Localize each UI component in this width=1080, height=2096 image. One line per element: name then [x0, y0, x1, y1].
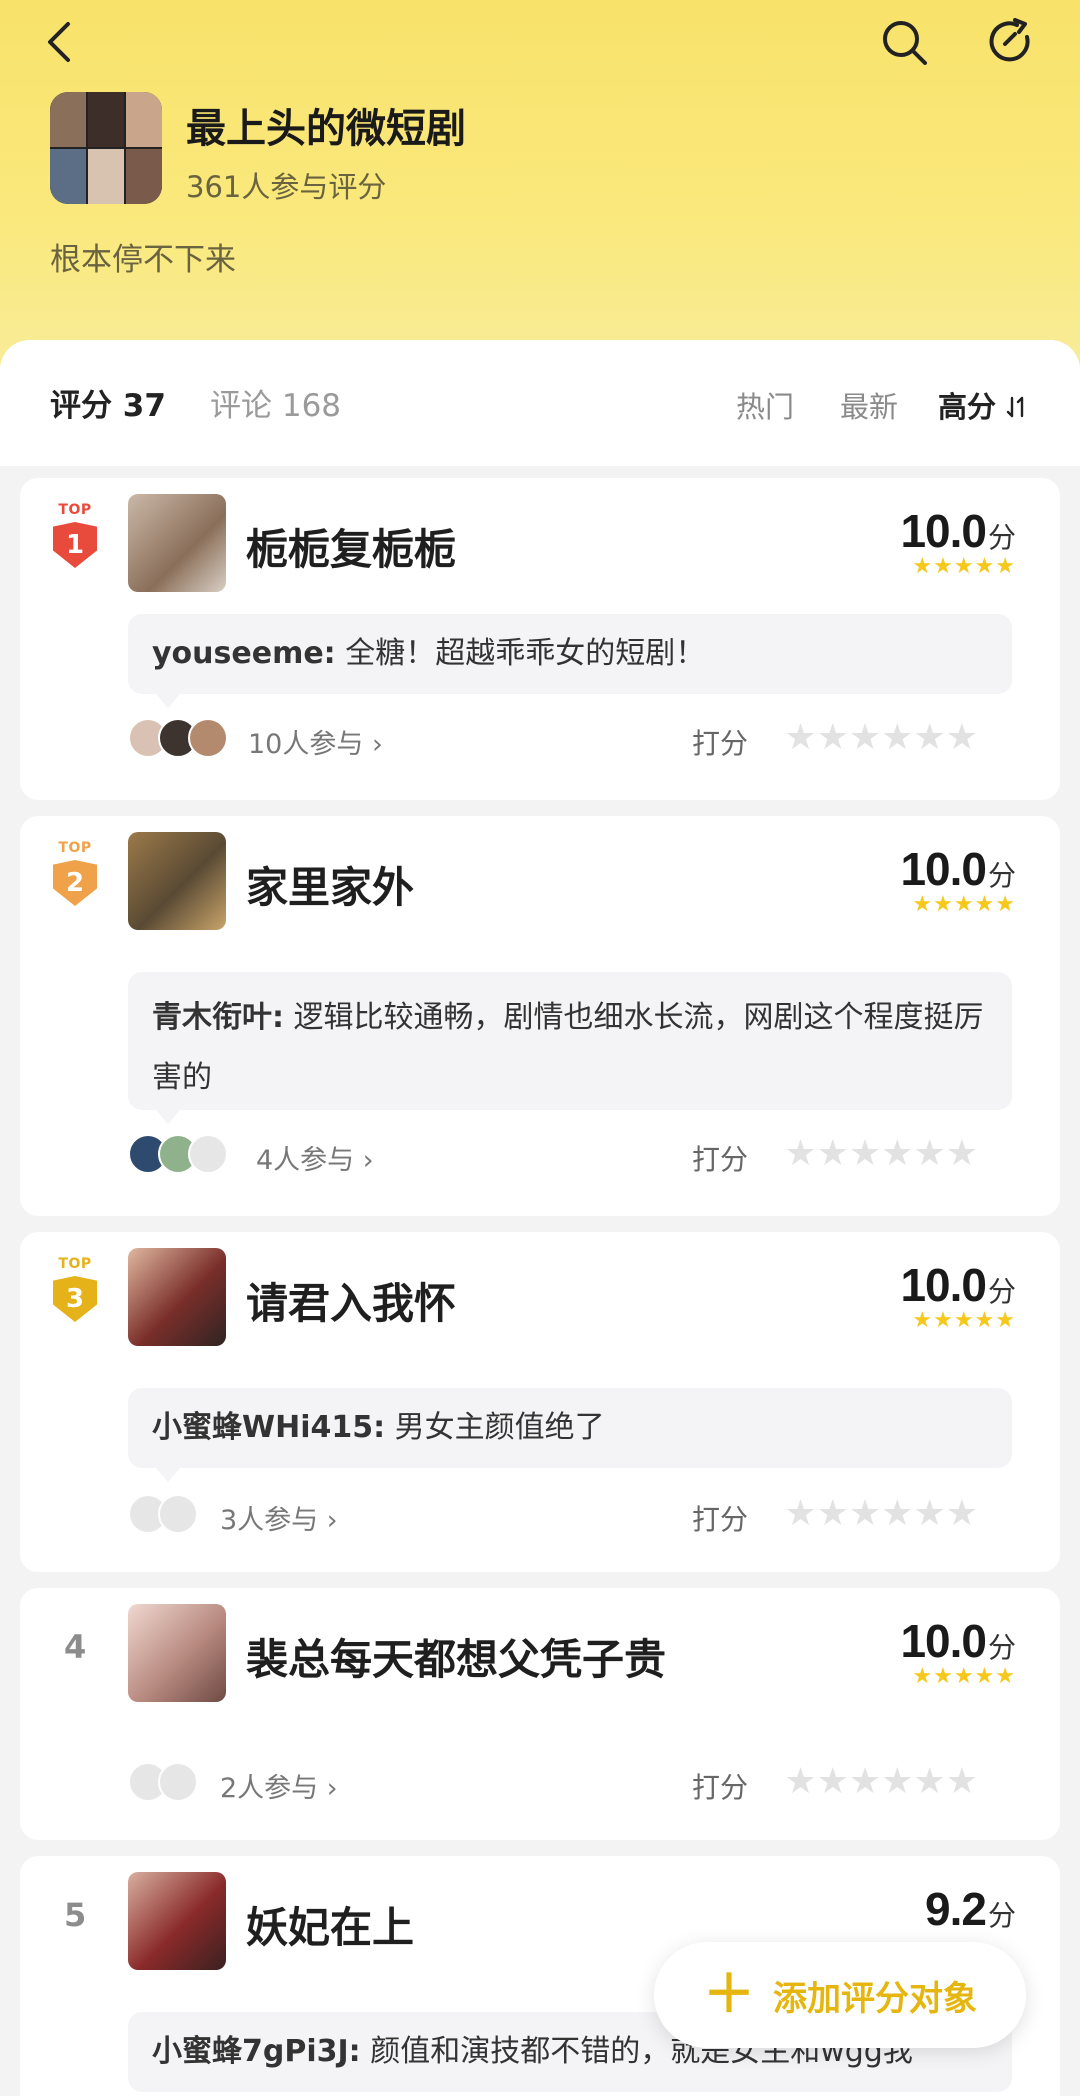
page-title: 最上头的微短剧: [186, 106, 466, 152]
drama-poster[interactable]: [128, 1604, 226, 1702]
drama-title[interactable]: 家里家外: [246, 854, 414, 915]
sort-arrows-icon: [1006, 396, 1024, 418]
comment-user: 小蜜蜂WHi415:: [152, 1410, 386, 1445]
comment-user: 青木衔叶:: [152, 1000, 284, 1035]
score-stars: ★★★★★: [912, 554, 1016, 579]
rate-stars-text[interactable]: ★★★★★★: [784, 1762, 978, 1802]
top-comment[interactable]: 小蜜蜂WHi415: 男女主颜值绝了: [128, 1388, 1012, 1482]
comment-user: youseeme:: [152, 636, 336, 671]
collection-cover: [50, 92, 162, 204]
score-unit: 分: [987, 859, 1016, 892]
score-unit: 分: [987, 521, 1016, 554]
rank-badge: TOP 2: [50, 840, 100, 910]
score-unit: 分: [987, 1631, 1016, 1664]
rate-stars[interactable]: ★★★★★★: [784, 1762, 978, 1802]
rate-label: 打分: [691, 1771, 748, 1804]
rank-number: 5: [64, 1896, 87, 1934]
rank-number: 3: [53, 1276, 97, 1322]
score-unit: 分: [987, 1899, 1016, 1932]
participants-link[interactable]: 2人参与 ›: [220, 1766, 338, 1805]
avatar: [158, 1494, 198, 1534]
sort-high[interactable]: 高分: [938, 384, 1028, 426]
drama-poster[interactable]: [128, 832, 226, 930]
top-comment[interactable]: youseeme: 全糖！超越乖乖女的短剧！: [128, 614, 1012, 708]
rank-number: 4: [64, 1628, 87, 1666]
score: 10.0分 ★★★★★: [900, 1258, 1016, 1333]
card-footer: 2人参与 › 打分 ★★★★★★: [128, 1758, 1028, 1804]
header-banner: 最上头的微短剧 361人参与评分 根本停不下来: [0, 0, 1080, 380]
drama-poster[interactable]: [128, 1248, 226, 1346]
score-stars: ★★★★★: [912, 1308, 1016, 1333]
rate-stars[interactable]: ★★★★★★: [784, 1134, 978, 1174]
card-footer: 4人参与 › 打分 ★★★★★★: [128, 1130, 1028, 1176]
sort-high-label: 高分: [938, 390, 997, 424]
drama-title[interactable]: 妖妃在上: [246, 1894, 414, 1955]
score-value: 10.0: [900, 843, 987, 895]
card-footer: 3人参与 › 打分 ★★★★★★: [128, 1490, 1028, 1536]
score-value: 10.0: [900, 505, 987, 557]
drama-poster[interactable]: [128, 1872, 226, 1970]
rate-stars[interactable]: ★★★★★★: [784, 718, 978, 758]
chevron-left-icon: [48, 22, 70, 62]
rate-label: 打分: [691, 1503, 748, 1536]
tab-bar: 评分 37 评论 168 热门 最新 高分: [0, 340, 1080, 466]
score: 9.2分: [925, 1882, 1016, 1936]
score: 10.0分 ★★★★★: [900, 1614, 1016, 1689]
rank-number: 1: [53, 522, 97, 568]
list-item[interactable]: TOP 1 栀栀复栀栀 10.0分 ★★★★★ youseeme: 全糖！超越乖…: [20, 478, 1060, 800]
collection-description: 根本停不下来: [50, 242, 236, 278]
avatar: [158, 1762, 198, 1802]
share-button[interactable]: [984, 14, 1040, 70]
list-item[interactable]: 4 裴总每天都想父凭子贵 10.0分 ★★★★★ 2人参与 › 打分 ★★★★★…: [20, 1588, 1060, 1840]
rank-top-label: TOP: [58, 840, 92, 856]
avatar: [188, 718, 228, 758]
score: 10.0分 ★★★★★: [900, 842, 1016, 917]
rate-label: 打分: [691, 727, 748, 760]
score-stars: ★★★★★: [912, 1664, 1016, 1689]
card-footer: 10人参与 › 打分 ★★★★★★: [128, 714, 1028, 760]
share-refresh-icon: [989, 18, 1030, 62]
list-item[interactable]: TOP 3 请君入我怀 10.0分 ★★★★★ 小蜜蜂WHi415: 男女主颜值…: [20, 1232, 1060, 1572]
score: 10.0分 ★★★★★: [900, 504, 1016, 579]
top-comment[interactable]: 青木衔叶: 逻辑比较通畅，剧情也细水长流，网剧这个程度挺厉害的: [128, 972, 1012, 1124]
rank-top-label: TOP: [58, 1256, 92, 1272]
comment-text: 全糖！超越乖乖女的短剧！: [345, 636, 706, 671]
rank-badge: TOP 1: [50, 502, 100, 572]
score-value: 10.0: [900, 1259, 987, 1311]
drama-title[interactable]: 请君入我怀: [246, 1270, 456, 1331]
rate-stars[interactable]: ★★★★★★: [784, 1494, 978, 1534]
comment-user: 小蜜蜂7gPi3J:: [152, 2034, 361, 2069]
score-value: 9.2: [925, 1883, 987, 1935]
rate-stars-text[interactable]: ★★★★★★: [784, 718, 978, 758]
participants-link[interactable]: 3人参与 ›: [220, 1498, 338, 1537]
drama-title[interactable]: 栀栀复栀栀: [246, 516, 456, 577]
plus-icon: ＋: [702, 1965, 755, 2025]
score-stars: ★★★★★: [912, 892, 1016, 917]
participants-link[interactable]: 10人参与 ›: [248, 722, 383, 761]
rate-label: 打分: [691, 1143, 748, 1176]
add-rating-object-button[interactable]: ＋ 添加评分对象: [654, 1942, 1026, 2048]
comment-text: 男女主颜值绝了: [394, 1410, 605, 1445]
rank-badge: TOP 3: [50, 1256, 100, 1326]
participants-link[interactable]: 4人参与 ›: [256, 1138, 374, 1177]
sort-newest[interactable]: 最新: [840, 384, 898, 426]
score-unit: 分: [987, 1275, 1016, 1308]
search-button[interactable]: [876, 14, 932, 70]
sort-hot[interactable]: 热门: [736, 384, 794, 426]
add-rating-object-label: 添加评分对象: [773, 1978, 977, 2019]
drama-poster[interactable]: [128, 494, 226, 592]
avatar: [188, 1134, 228, 1174]
tab-rating[interactable]: 评分 37: [50, 380, 166, 425]
tab-comments[interactable]: 评论 168: [210, 380, 341, 425]
rank-top-label: TOP: [58, 502, 92, 518]
search-icon: [883, 21, 927, 65]
rate-stars-text[interactable]: ★★★★★★: [784, 1134, 978, 1174]
score-value: 10.0: [900, 1615, 987, 1667]
rank-number: 2: [53, 860, 97, 906]
drama-title[interactable]: 裴总每天都想父凭子贵: [246, 1626, 666, 1687]
rate-stars-text[interactable]: ★★★★★★: [784, 1494, 978, 1534]
list-item[interactable]: TOP 2 家里家外 10.0分 ★★★★★ 青木衔叶: 逻辑比较通畅，剧情也细…: [20, 816, 1060, 1216]
back-button[interactable]: [32, 14, 88, 70]
participant-count: 361人参与评分: [186, 170, 387, 204]
